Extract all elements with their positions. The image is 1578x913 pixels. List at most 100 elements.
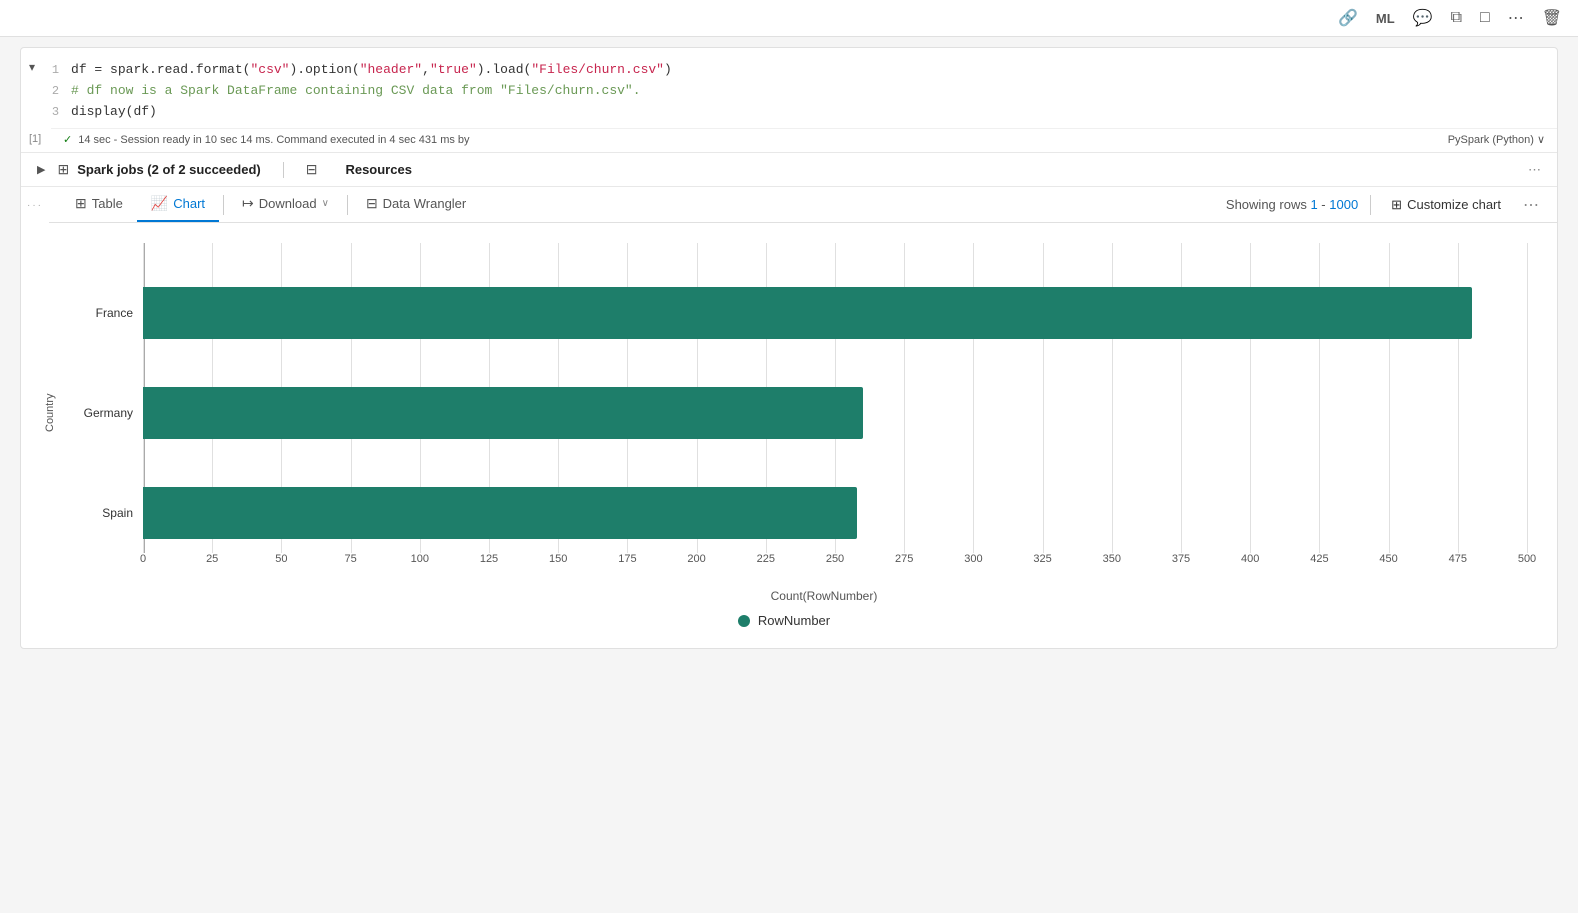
rows-start-link[interactable]: 1	[1310, 197, 1317, 212]
chart-wrapper: Country	[41, 243, 1527, 583]
separator	[283, 162, 284, 178]
code-line-3: 3 display(df)	[43, 102, 1557, 123]
table-icon: ⊞	[75, 195, 87, 212]
tab-data-wrangler[interactable]: ⊟ Data Wrangler	[352, 187, 480, 222]
delete-icon[interactable]: 🗑	[1538, 6, 1566, 30]
x-tick-275: 275	[895, 553, 913, 565]
bar-fill-germany	[143, 387, 863, 439]
x-tick-300: 300	[964, 553, 982, 565]
code-segment: df = spark.read.format(	[71, 60, 250, 81]
comment-icon[interactable]: 💬	[1409, 6, 1437, 30]
cell-toggle[interactable]: ▾	[21, 56, 43, 78]
code-string: "csv"	[250, 60, 289, 81]
x-tick-475: 475	[1449, 553, 1467, 565]
bar-label-spain: Spain	[63, 506, 143, 520]
chart-area: Country	[21, 223, 1557, 648]
x-tick-200: 200	[687, 553, 705, 565]
cell-number: [1]	[21, 131, 51, 147]
x-tick-100: 100	[411, 553, 429, 565]
code-segment: ,	[422, 60, 430, 81]
code-line-2: 2 # df now is a Spark DataFrame containi…	[43, 81, 1557, 102]
resources-icon: ⊟	[306, 161, 318, 178]
bars-container: France Germany Spain	[63, 243, 1527, 583]
x-axis-label: Count(RowNumber)	[121, 589, 1527, 603]
notebook-cell: ▾ 1 df = spark.read.format("csv").option…	[20, 47, 1558, 649]
customize-chart-button[interactable]: ⊞ Customize chart	[1383, 193, 1509, 217]
line-num-3: 3	[43, 103, 71, 122]
chart-icon: 📈	[151, 195, 168, 212]
bar-label-france: France	[63, 306, 143, 320]
output-collapse-dots[interactable]: ···	[21, 200, 49, 211]
x-tick-375: 375	[1172, 553, 1190, 565]
customize-label: Customize chart	[1407, 197, 1501, 212]
tab-download[interactable]: ↦ Download ∨	[228, 187, 343, 222]
tab-separator-1	[223, 195, 224, 215]
customize-icon: ⊞	[1391, 197, 1402, 213]
download-chevron: ∨	[322, 198, 329, 209]
code-area: 1 df = spark.read.format("csv").option("…	[43, 56, 1557, 126]
tab-data-wrangler-label: Data Wrangler	[383, 196, 467, 211]
spark-icon: ⊞	[57, 161, 69, 178]
code-string: "Files/churn.csv"	[531, 60, 664, 81]
x-tick-0: 0	[140, 553, 146, 565]
tab-chart-label: Chart	[173, 196, 205, 211]
spark-jobs-label: Spark jobs (2 of 2 succeeded)	[77, 162, 261, 177]
code-segment: )	[664, 60, 672, 81]
x-tick-250: 250	[826, 553, 844, 565]
bar-label-germany: Germany	[63, 406, 143, 420]
output-section: ··· ⊞ Table 📈 Chart ↦ Download ∨	[21, 186, 1557, 648]
x-tick-350: 350	[1103, 553, 1121, 565]
output-tabs: ⊞ Table 📈 Chart ↦ Download ∨ ⊟ Data Wran…	[49, 187, 1557, 223]
resources-label: Resources	[345, 162, 411, 177]
rows-end-link[interactable]: 1000	[1329, 197, 1358, 212]
code-string: "header"	[360, 60, 422, 81]
x-tick-25: 25	[206, 553, 218, 565]
more-icon[interactable]: ⋯	[1504, 6, 1528, 30]
output-more-button[interactable]: ⋯	[1517, 191, 1545, 219]
x-tick-400: 400	[1241, 553, 1259, 565]
tabs-right: Showing rows 1 - 1000 ⊞ Customize chart …	[1226, 191, 1545, 219]
x-tick-450: 450	[1379, 553, 1397, 565]
line-num-2: 2	[43, 82, 71, 101]
x-tick-75: 75	[344, 553, 356, 565]
x-tick-325: 325	[1033, 553, 1051, 565]
chat-icon[interactable]: □	[1476, 7, 1494, 29]
status-check-icon: ✓	[63, 133, 72, 146]
spark-toggle[interactable]: ▶	[37, 163, 45, 176]
tab-download-label: Download	[259, 196, 317, 211]
tab-separator-3	[1370, 195, 1371, 215]
code-comment: # df now is a Spark DataFrame containing…	[71, 81, 641, 102]
code-string: "true"	[430, 60, 477, 81]
bar-row-france: France	[63, 287, 1527, 339]
bar-fill-spain	[143, 487, 857, 539]
y-axis-label: Country	[41, 243, 59, 583]
x-tick-225: 225	[757, 553, 775, 565]
x-tick-175: 175	[618, 553, 636, 565]
bar-track-france	[143, 287, 1527, 339]
data-wrangler-icon: ⊟	[366, 195, 378, 212]
x-tick-425: 425	[1310, 553, 1328, 565]
rows-info: Showing rows 1 - 1000	[1226, 197, 1358, 212]
ml-icon[interactable]: ML	[1372, 9, 1399, 28]
bar-row-spain: Spain	[63, 487, 1527, 539]
cell-status: ✓ 14 sec - Session ready in 10 sec 14 ms…	[51, 128, 1557, 150]
spark-more-icon[interactable]: ⋯	[1528, 162, 1541, 178]
spark-jobs-bar: ▶ ⊞ Spark jobs (2 of 2 succeeded) ⊟ Reso…	[21, 152, 1557, 186]
status-text: 14 sec - Session ready in 10 sec 14 ms. …	[78, 134, 469, 146]
legend-label: RowNumber	[758, 613, 830, 628]
bar-track-spain	[143, 487, 1527, 539]
copy-icon[interactable]: ⧉	[1447, 7, 1466, 29]
tab-chart[interactable]: 📈 Chart	[137, 187, 219, 222]
tab-table-label: Table	[92, 196, 123, 211]
share-icon[interactable]: 🔗	[1334, 6, 1362, 30]
x-tick-50: 50	[275, 553, 287, 565]
cell-status-right[interactable]: PySpark (Python) ∨	[1448, 133, 1545, 146]
bar-track-germany	[143, 387, 1527, 439]
x-tick-150: 150	[549, 553, 567, 565]
line-num-1: 1	[43, 61, 71, 80]
code-line-1: 1 df = spark.read.format("csv").option("…	[43, 60, 1557, 81]
code-segment: ).load(	[477, 60, 532, 81]
legend-dot	[738, 615, 750, 627]
download-icon: ↦	[242, 195, 254, 212]
tab-table[interactable]: ⊞ Table	[61, 187, 137, 222]
